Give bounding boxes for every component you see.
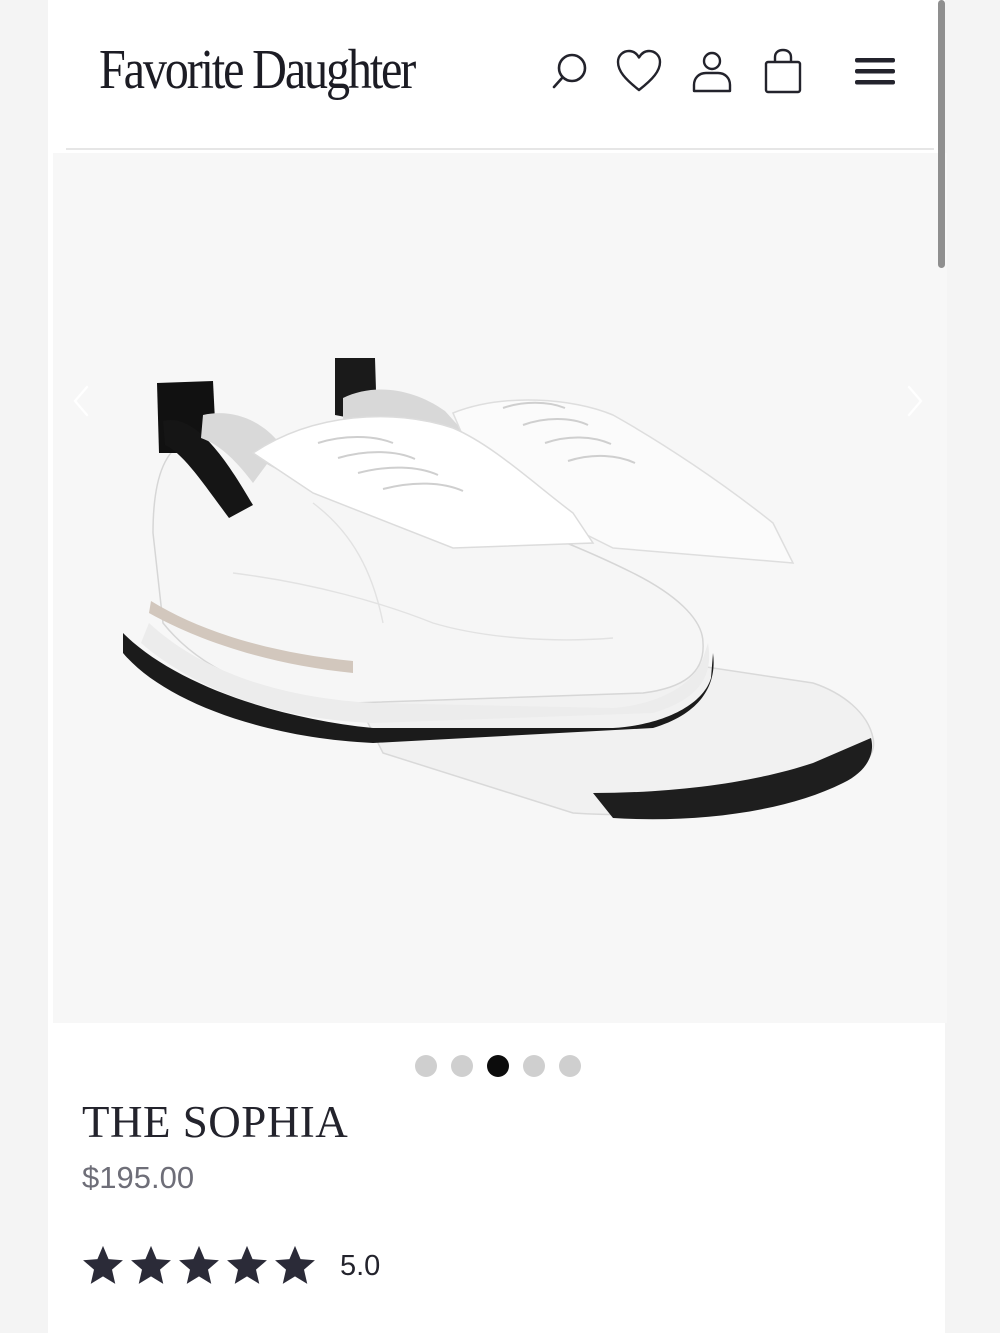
- search-icon[interactable]: [544, 44, 596, 98]
- star-icon: [179, 1245, 219, 1284]
- product-page: Favorite Daughter THE SOPHIA $195.00 5.0: [48, 0, 947, 1333]
- site-header: Favorite Daughter: [48, 0, 945, 150]
- carousel-dot[interactable]: [415, 1055, 437, 1077]
- star-icon: [275, 1245, 315, 1284]
- product-price: $195.00: [82, 1160, 195, 1195]
- product-title: THE SOPHIA: [82, 1097, 349, 1147]
- scrollbar-thumb[interactable]: [938, 0, 945, 268]
- account-icon[interactable]: [686, 44, 738, 98]
- carousel-dot-active[interactable]: [487, 1055, 509, 1077]
- carousel-dot[interactable]: [523, 1055, 545, 1077]
- header-divider: [66, 148, 934, 150]
- carousel-pagination: [415, 1055, 581, 1079]
- carousel-prev-arrow-icon[interactable]: [61, 381, 101, 421]
- star-icon: [227, 1245, 267, 1284]
- bag-icon[interactable]: [757, 44, 809, 98]
- menu-icon[interactable]: [849, 44, 901, 98]
- product-image: [123, 358, 875, 820]
- product-rating[interactable]: 5.0: [80, 1240, 380, 1292]
- heart-icon[interactable]: [613, 44, 665, 98]
- star-icon: [131, 1245, 171, 1284]
- carousel-dot[interactable]: [559, 1055, 581, 1077]
- rating-value: 5.0: [340, 1249, 381, 1282]
- carousel-next-arrow-icon[interactable]: [895, 381, 935, 421]
- star-icon: [83, 1245, 123, 1284]
- rating-stars: [80, 1243, 318, 1289]
- product-image-carousel[interactable]: [53, 153, 947, 1023]
- carousel-dot[interactable]: [451, 1055, 473, 1077]
- brand-logo[interactable]: Favorite Daughter: [99, 32, 416, 108]
